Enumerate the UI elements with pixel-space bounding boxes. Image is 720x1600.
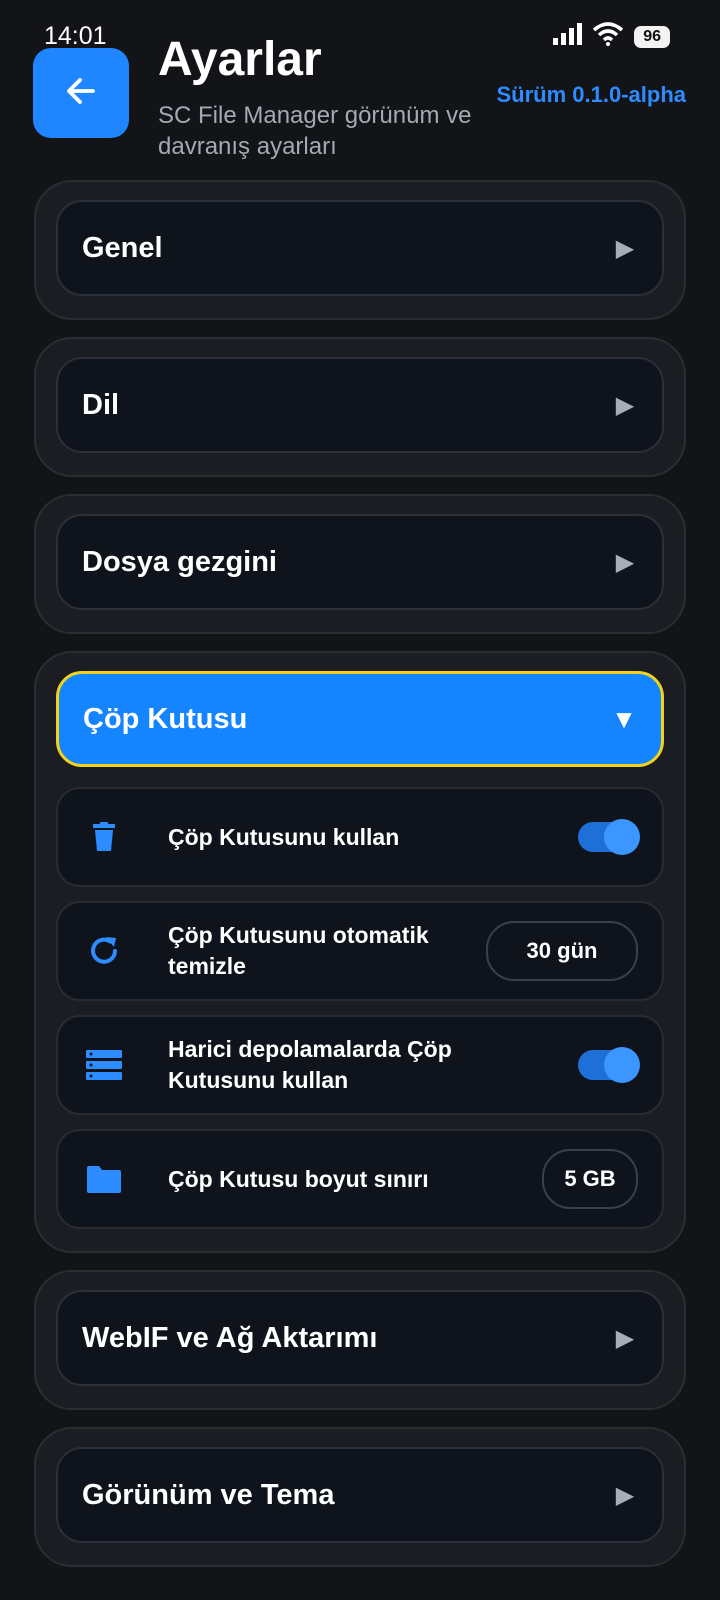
setting-label: Çöp Kutusunu otomatik temizle — [168, 922, 429, 979]
version-label: Sürüm 0.1.0-alpha — [496, 82, 686, 107]
section-title: Genel — [82, 231, 163, 264]
section-header-file-browser[interactable]: Dosya gezgini ▶ — [56, 514, 664, 610]
page-title: Ayarlar — [158, 33, 322, 86]
toggle-knob — [604, 819, 640, 855]
section-title: Dil — [82, 388, 120, 421]
status-time: 14:01 — [44, 22, 107, 50]
auto-clean-period-button[interactable]: 30 gün — [486, 921, 638, 981]
setting-row-use-trash[interactable]: Çöp Kutusunu kullan — [56, 787, 664, 887]
setting-row-external-storage[interactable]: Harici depolamalarda Çöp Kutusunu kullan — [56, 1015, 664, 1115]
size-limit-button[interactable]: 5 GB — [542, 1149, 638, 1209]
section-header-theme[interactable]: Görünüm ve Tema ▶ — [56, 1447, 664, 1543]
section-card-trash: Çöp Kutusu ▼ Çöp Kutusunu kullan Çöp Kut… — [34, 651, 686, 1253]
section-header-language[interactable]: Dil ▶ — [56, 357, 664, 453]
external-storage-toggle[interactable] — [578, 1047, 640, 1083]
section-card-file-browser: Dosya gezgini ▶ — [34, 494, 686, 634]
setting-label: Çöp Kutusunu kullan — [168, 823, 400, 850]
back-button[interactable] — [33, 48, 129, 138]
chevron-right-icon: ▶ — [615, 548, 635, 576]
use-trash-toggle[interactable] — [578, 819, 640, 855]
chevron-down-icon: ▼ — [611, 703, 637, 734]
chevron-right-icon: ▶ — [615, 234, 635, 262]
setting-row-size-limit[interactable]: Çöp Kutusu boyut sınırı 5 GB — [56, 1129, 664, 1229]
section-header-trash[interactable]: Çöp Kutusu ▼ — [56, 671, 664, 767]
page-subtitle: SC File Manager görünüm ve davranış ayar… — [158, 102, 472, 160]
battery-indicator: 96 — [634, 25, 670, 48]
section-card-theme: Görünüm ve Tema ▶ — [34, 1427, 686, 1567]
chevron-right-icon: ▶ — [615, 1324, 635, 1352]
section-title: Çöp Kutusu — [83, 702, 248, 735]
storage-icon — [84, 1045, 124, 1085]
section-card-language: Dil ▶ — [34, 337, 686, 477]
refresh-icon — [84, 931, 124, 971]
setting-label: Harici depolamalarda Çöp Kutusunu kullan — [168, 1036, 452, 1093]
setting-label: Çöp Kutusu boyut sınırı — [168, 1165, 429, 1192]
toggle-knob — [604, 1047, 640, 1083]
wifi-icon — [592, 22, 624, 51]
section-title: WebIF ve Ağ Aktarımı — [82, 1321, 378, 1354]
chevron-right-icon: ▶ — [615, 391, 635, 419]
arrow-left-icon — [63, 73, 99, 114]
status-icons: 96 — [552, 22, 670, 51]
section-header-general[interactable]: Genel ▶ — [56, 200, 664, 296]
section-title: Görünüm ve Tema — [82, 1478, 335, 1511]
section-header-webif[interactable]: WebIF ve Ağ Aktarımı ▶ — [56, 1290, 664, 1386]
section-card-webif: WebIF ve Ağ Aktarımı ▶ — [34, 1270, 686, 1410]
chevron-right-icon: ▶ — [615, 1481, 635, 1509]
folder-icon — [84, 1159, 124, 1199]
signal-icon — [552, 22, 583, 51]
setting-row-auto-clean[interactable]: Çöp Kutusunu otomatik temizle 30 gün — [56, 901, 664, 1001]
trash-icon — [84, 817, 124, 857]
section-card-general: Genel ▶ — [34, 180, 686, 320]
section-title: Dosya gezgini — [82, 545, 277, 578]
